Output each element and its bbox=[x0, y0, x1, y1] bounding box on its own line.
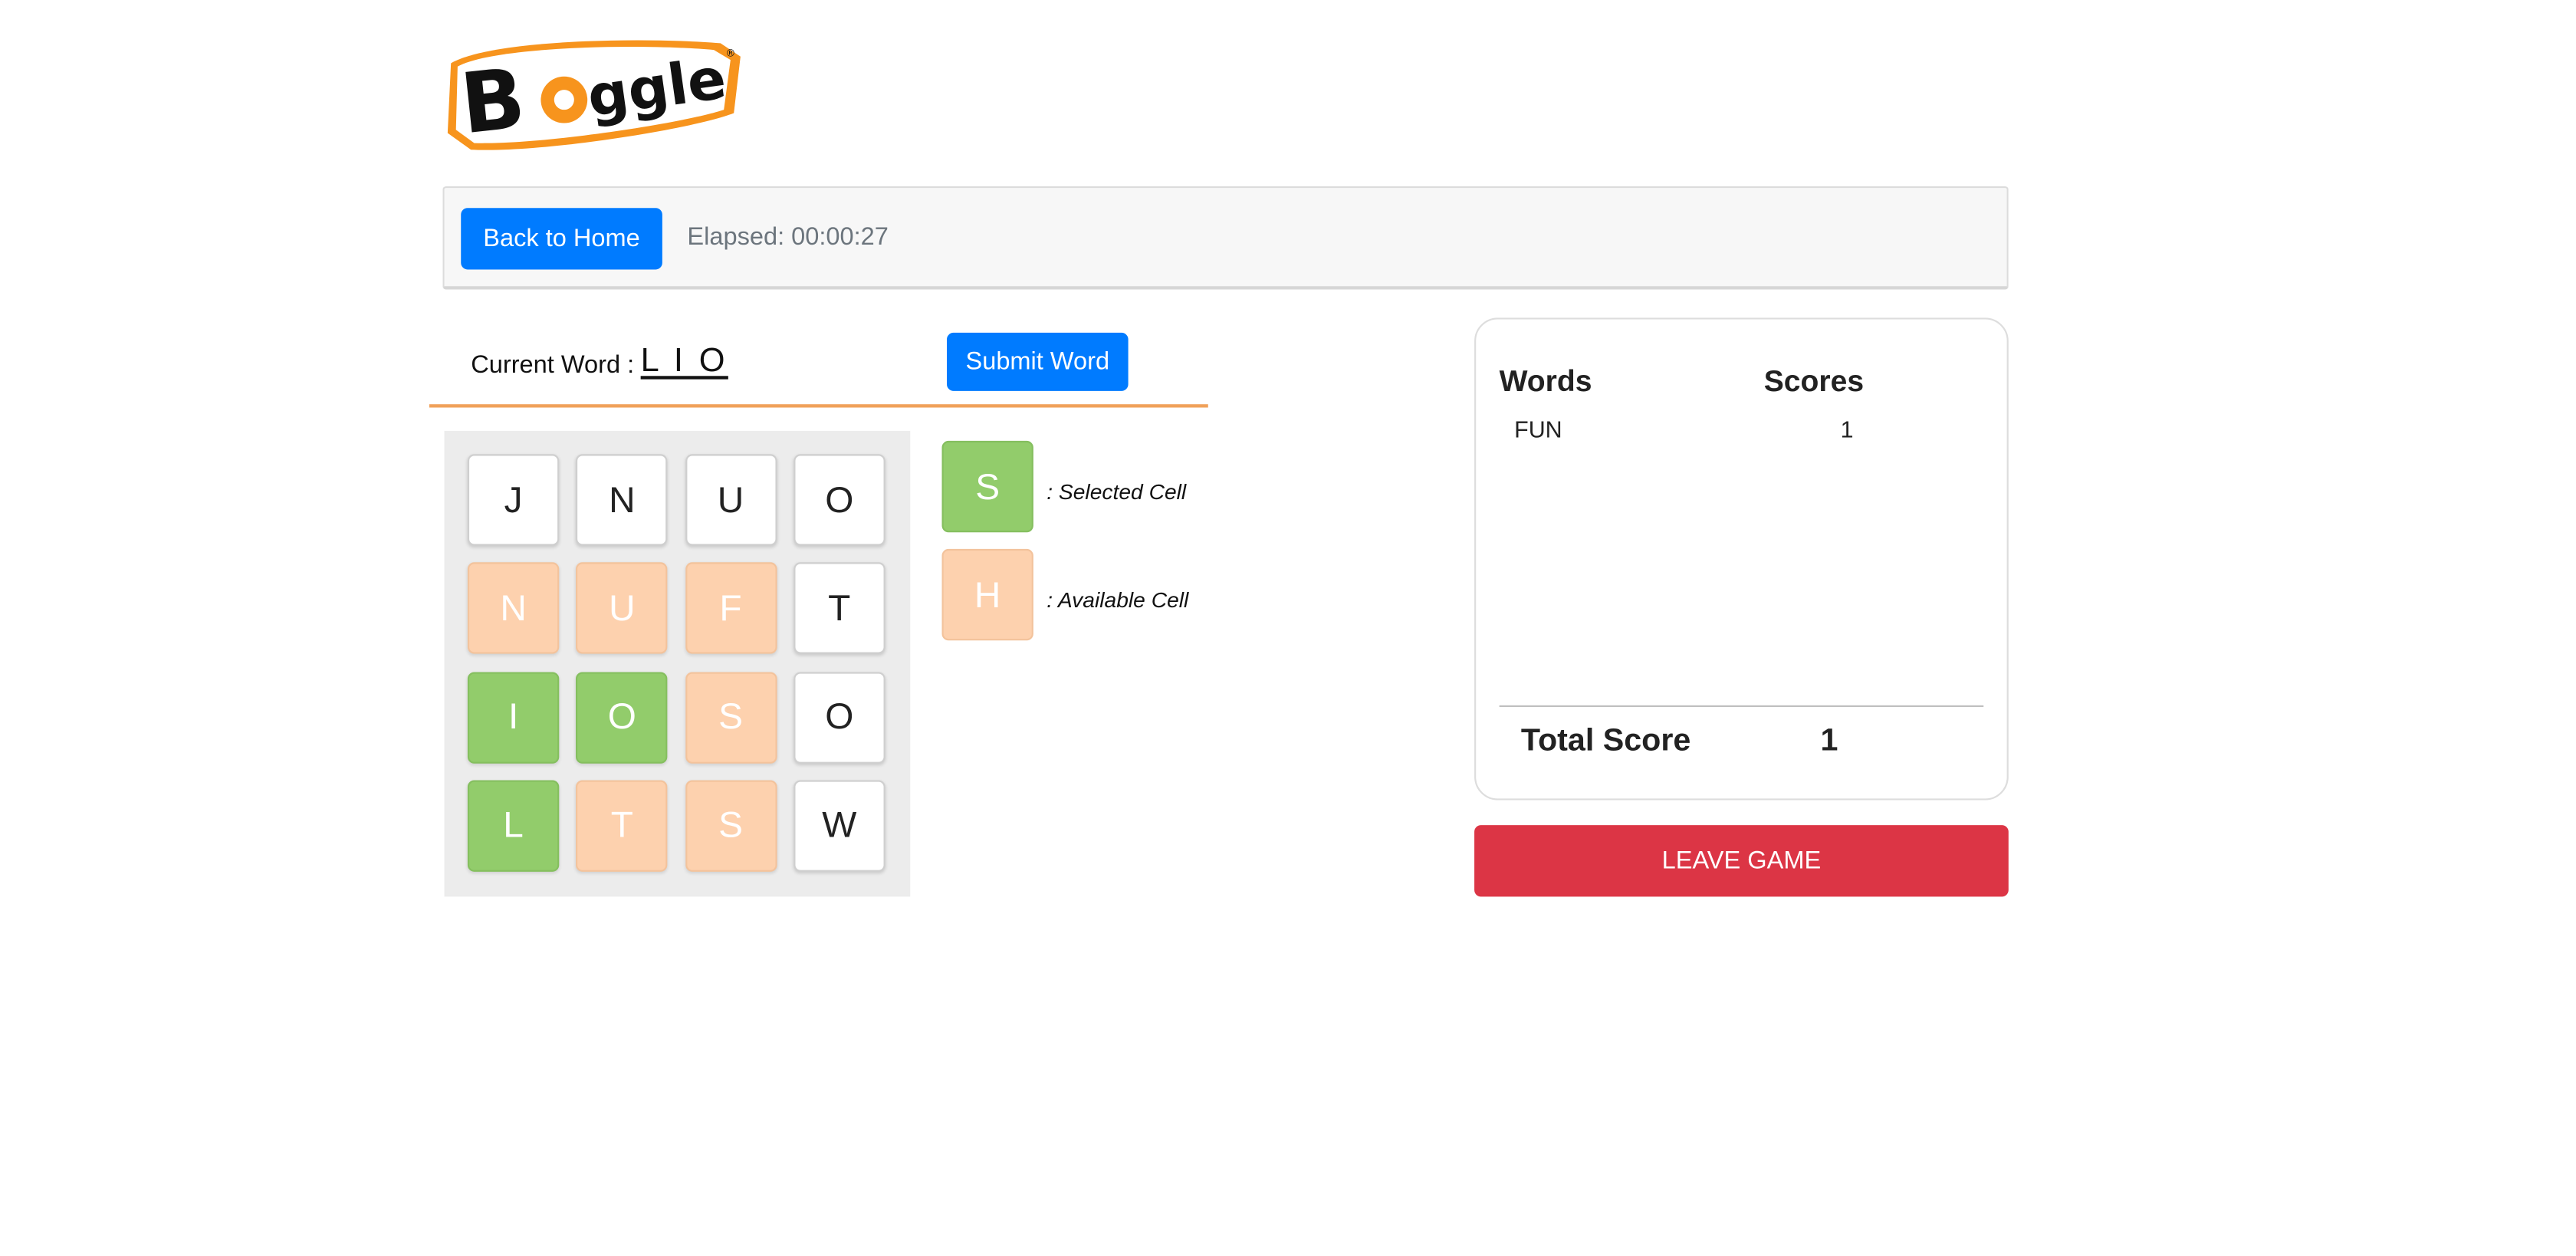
board-cell[interactable]: U bbox=[576, 562, 669, 655]
svg-text:®: ® bbox=[725, 48, 735, 60]
board-cell[interactable]: T bbox=[794, 562, 886, 655]
board-cell[interactable]: N bbox=[576, 454, 669, 546]
total-score-value: 1 bbox=[1820, 723, 1838, 759]
elapsed-timer: Elapsed: 00:00:27 bbox=[687, 222, 889, 252]
submit-word-button[interactable]: Submit Word bbox=[947, 332, 1129, 391]
board-cell[interactable]: O bbox=[576, 671, 669, 763]
boggle-board: JNUONUFTIOSOLTSW bbox=[444, 430, 911, 897]
board-cell[interactable]: O bbox=[794, 671, 886, 763]
legend-available-label: : Available Cell bbox=[1046, 587, 1189, 613]
board-cell[interactable]: U bbox=[685, 454, 777, 546]
legend-selected-cell: S bbox=[941, 440, 1033, 533]
scores-column-header: Scores bbox=[1763, 364, 1865, 398]
boggle-logo: B ggle ® bbox=[441, 27, 749, 156]
score-row-score: 1 bbox=[1840, 416, 1854, 443]
words-column-header: Words bbox=[1499, 364, 1592, 398]
score-row-word: FUN bbox=[1514, 416, 1562, 443]
board-cell[interactable]: W bbox=[794, 780, 886, 872]
board-cell[interactable]: S bbox=[685, 780, 777, 872]
board-cell[interactable]: N bbox=[467, 562, 560, 655]
back-to-home-button[interactable]: Back to Home bbox=[461, 208, 662, 270]
board-cell[interactable]: L bbox=[467, 780, 560, 872]
board-cell[interactable]: J bbox=[467, 454, 560, 546]
board-cell[interactable]: I bbox=[467, 671, 560, 763]
legend-available-cell: H bbox=[941, 548, 1033, 641]
board-cell[interactable]: F bbox=[685, 562, 777, 655]
word-divider bbox=[429, 404, 1208, 408]
current-word-label: Current Word : bbox=[471, 350, 635, 380]
board-cell[interactable]: T bbox=[576, 780, 669, 872]
header-bar bbox=[442, 186, 2009, 290]
score-divider bbox=[1499, 705, 1984, 708]
legend-selected-label: : Selected Cell bbox=[1046, 478, 1187, 505]
leave-game-button[interactable]: LEAVE GAME bbox=[1474, 825, 2009, 897]
current-word-value: L I O bbox=[640, 342, 728, 380]
board-cell[interactable]: S bbox=[685, 671, 777, 763]
logo-letter-b: B bbox=[456, 49, 530, 153]
board-cell[interactable]: O bbox=[794, 454, 886, 546]
total-score-label: Total Score bbox=[1520, 723, 1691, 759]
